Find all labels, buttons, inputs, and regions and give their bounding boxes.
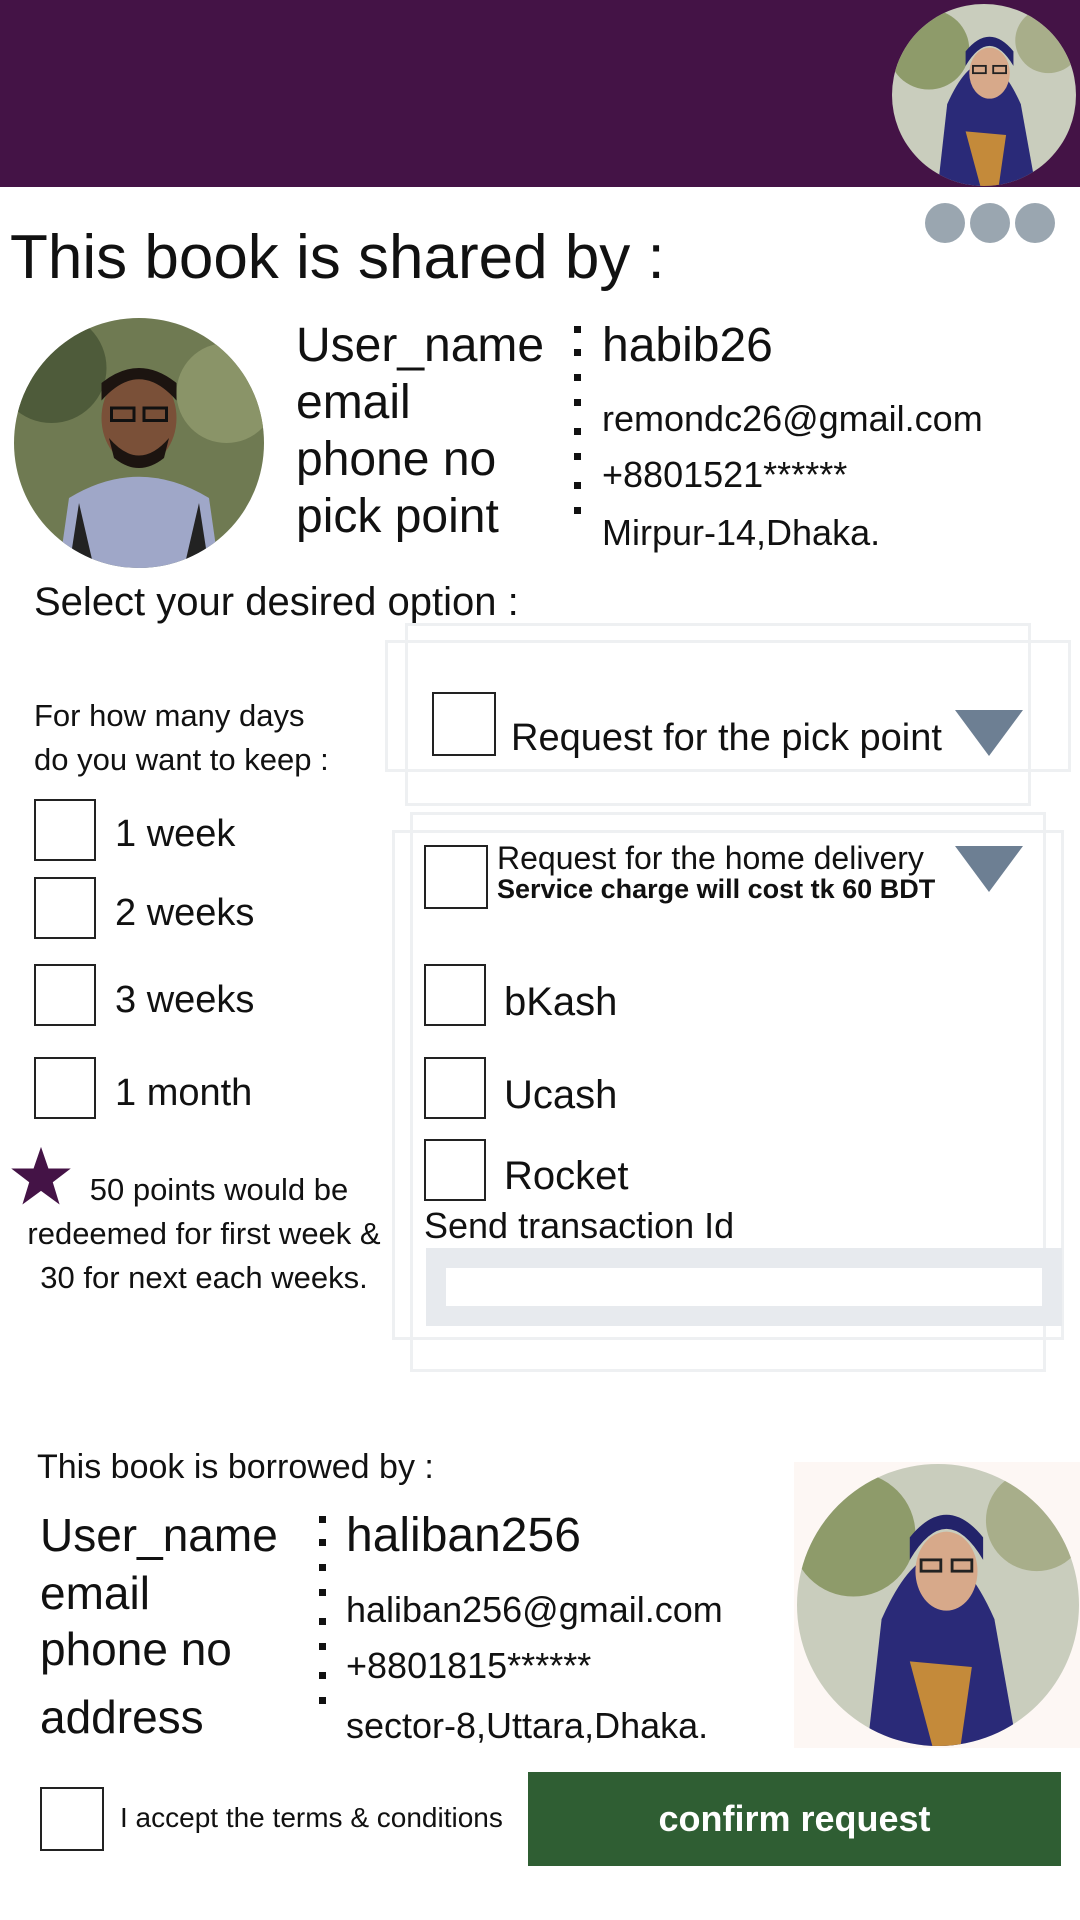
- home-delivery-dropdown-icon[interactable]: [955, 846, 1023, 892]
- more-dots-icon[interactable]: [925, 203, 1057, 243]
- rocket-checkbox[interactable]: [424, 1139, 486, 1201]
- service-charge-note: Service charge will cost tk 60 BDT: [497, 874, 936, 904]
- sharer-pickpoint-value: Mirpur-14,Dhaka.: [602, 512, 881, 553]
- pick-point-frame-outer: [405, 623, 1031, 806]
- days-question-line2: do you want to keep :: [34, 742, 329, 777]
- borrower-username-label: User_name: [40, 1509, 278, 1561]
- sharer-email-label: email: [296, 376, 411, 429]
- points-note-line3: 30 for next each weeks.: [40, 1260, 368, 1295]
- home-delivery-label: Request for the home delivery: [497, 840, 924, 876]
- ucash-label: Ucash: [504, 1073, 618, 1117]
- borrower-separator-colons: [319, 1516, 331, 1704]
- points-note-line2: redeemed for first week &: [27, 1216, 381, 1251]
- duration-3-weeks-checkbox[interactable]: [34, 964, 96, 1026]
- pick-point-checkbox[interactable]: [432, 692, 496, 756]
- days-question-line1: For how many days: [34, 698, 305, 733]
- borrower-phone-label: phone no: [40, 1623, 232, 1675]
- borrower-username-value: haliban256: [346, 1509, 581, 1562]
- borrower-phone-value: +8801815******: [346, 1645, 592, 1686]
- duration-1-month-label: 1 month: [115, 1072, 253, 1114]
- sharer-pickpoint-label: pick point: [296, 490, 499, 543]
- points-note: 50 points would be redeemed for first we…: [4, 1168, 404, 1300]
- terms-label: I accept the terms & conditions: [120, 1802, 503, 1833]
- home-delivery-checkbox[interactable]: [424, 845, 488, 909]
- duration-2-weeks-label: 2 weeks: [115, 892, 255, 934]
- sharer-username-label: User_name: [296, 319, 545, 372]
- borrower-email-label: email: [40, 1567, 150, 1619]
- borrower-address-label: address: [40, 1691, 204, 1743]
- rocket-label: Rocket: [504, 1154, 629, 1198]
- menu-dot: [970, 203, 1010, 243]
- duration-3-weeks-label: 3 weeks: [115, 979, 255, 1021]
- ucash-checkbox[interactable]: [424, 1057, 486, 1119]
- confirm-request-button[interactable]: confirm request: [528, 1772, 1061, 1866]
- menu-dot: [1015, 203, 1055, 243]
- duration-1-month-checkbox[interactable]: [34, 1057, 96, 1119]
- borrower-email-value: haliban256@gmail.com: [346, 1589, 723, 1630]
- duration-1-week-checkbox[interactable]: [34, 799, 96, 861]
- borrower-address-value: sector-8,Uttara,Dhaka.: [346, 1705, 709, 1746]
- duration-2-weeks-checkbox[interactable]: [34, 877, 96, 939]
- sharer-email-value: remondc26@gmail.com: [602, 398, 983, 439]
- days-question: For how many days do you want to keep :: [34, 694, 329, 782]
- bkash-checkbox[interactable]: [424, 964, 486, 1026]
- sharer-username-value: habib26: [602, 319, 773, 372]
- current-user-avatar[interactable]: [892, 4, 1076, 186]
- pick-point-label: Request for the pick point: [511, 717, 942, 759]
- separator-colons: [574, 322, 586, 514]
- duration-1-week-label: 1 week: [115, 813, 236, 855]
- bkash-label: bKash: [504, 980, 618, 1024]
- terms-checkbox[interactable]: [40, 1787, 104, 1851]
- pick-point-dropdown-icon[interactable]: [955, 710, 1023, 756]
- sharer-phone-value: +8801521******: [602, 454, 848, 495]
- sharer-avatar[interactable]: [14, 318, 264, 568]
- sharer-title: This book is shared by :: [10, 223, 665, 292]
- transaction-id-input[interactable]: [446, 1268, 1042, 1306]
- options-title: Select your desired option :: [34, 580, 519, 624]
- points-note-line1: 50 points would be: [89, 1172, 349, 1207]
- sharer-phone-label: phone no: [296, 433, 497, 486]
- borrower-avatar[interactable]: [797, 1464, 1079, 1746]
- borrower-title: This book is borrowed by :: [37, 1448, 434, 1486]
- menu-dot: [925, 203, 965, 243]
- transaction-label: Send transaction Id: [424, 1205, 735, 1246]
